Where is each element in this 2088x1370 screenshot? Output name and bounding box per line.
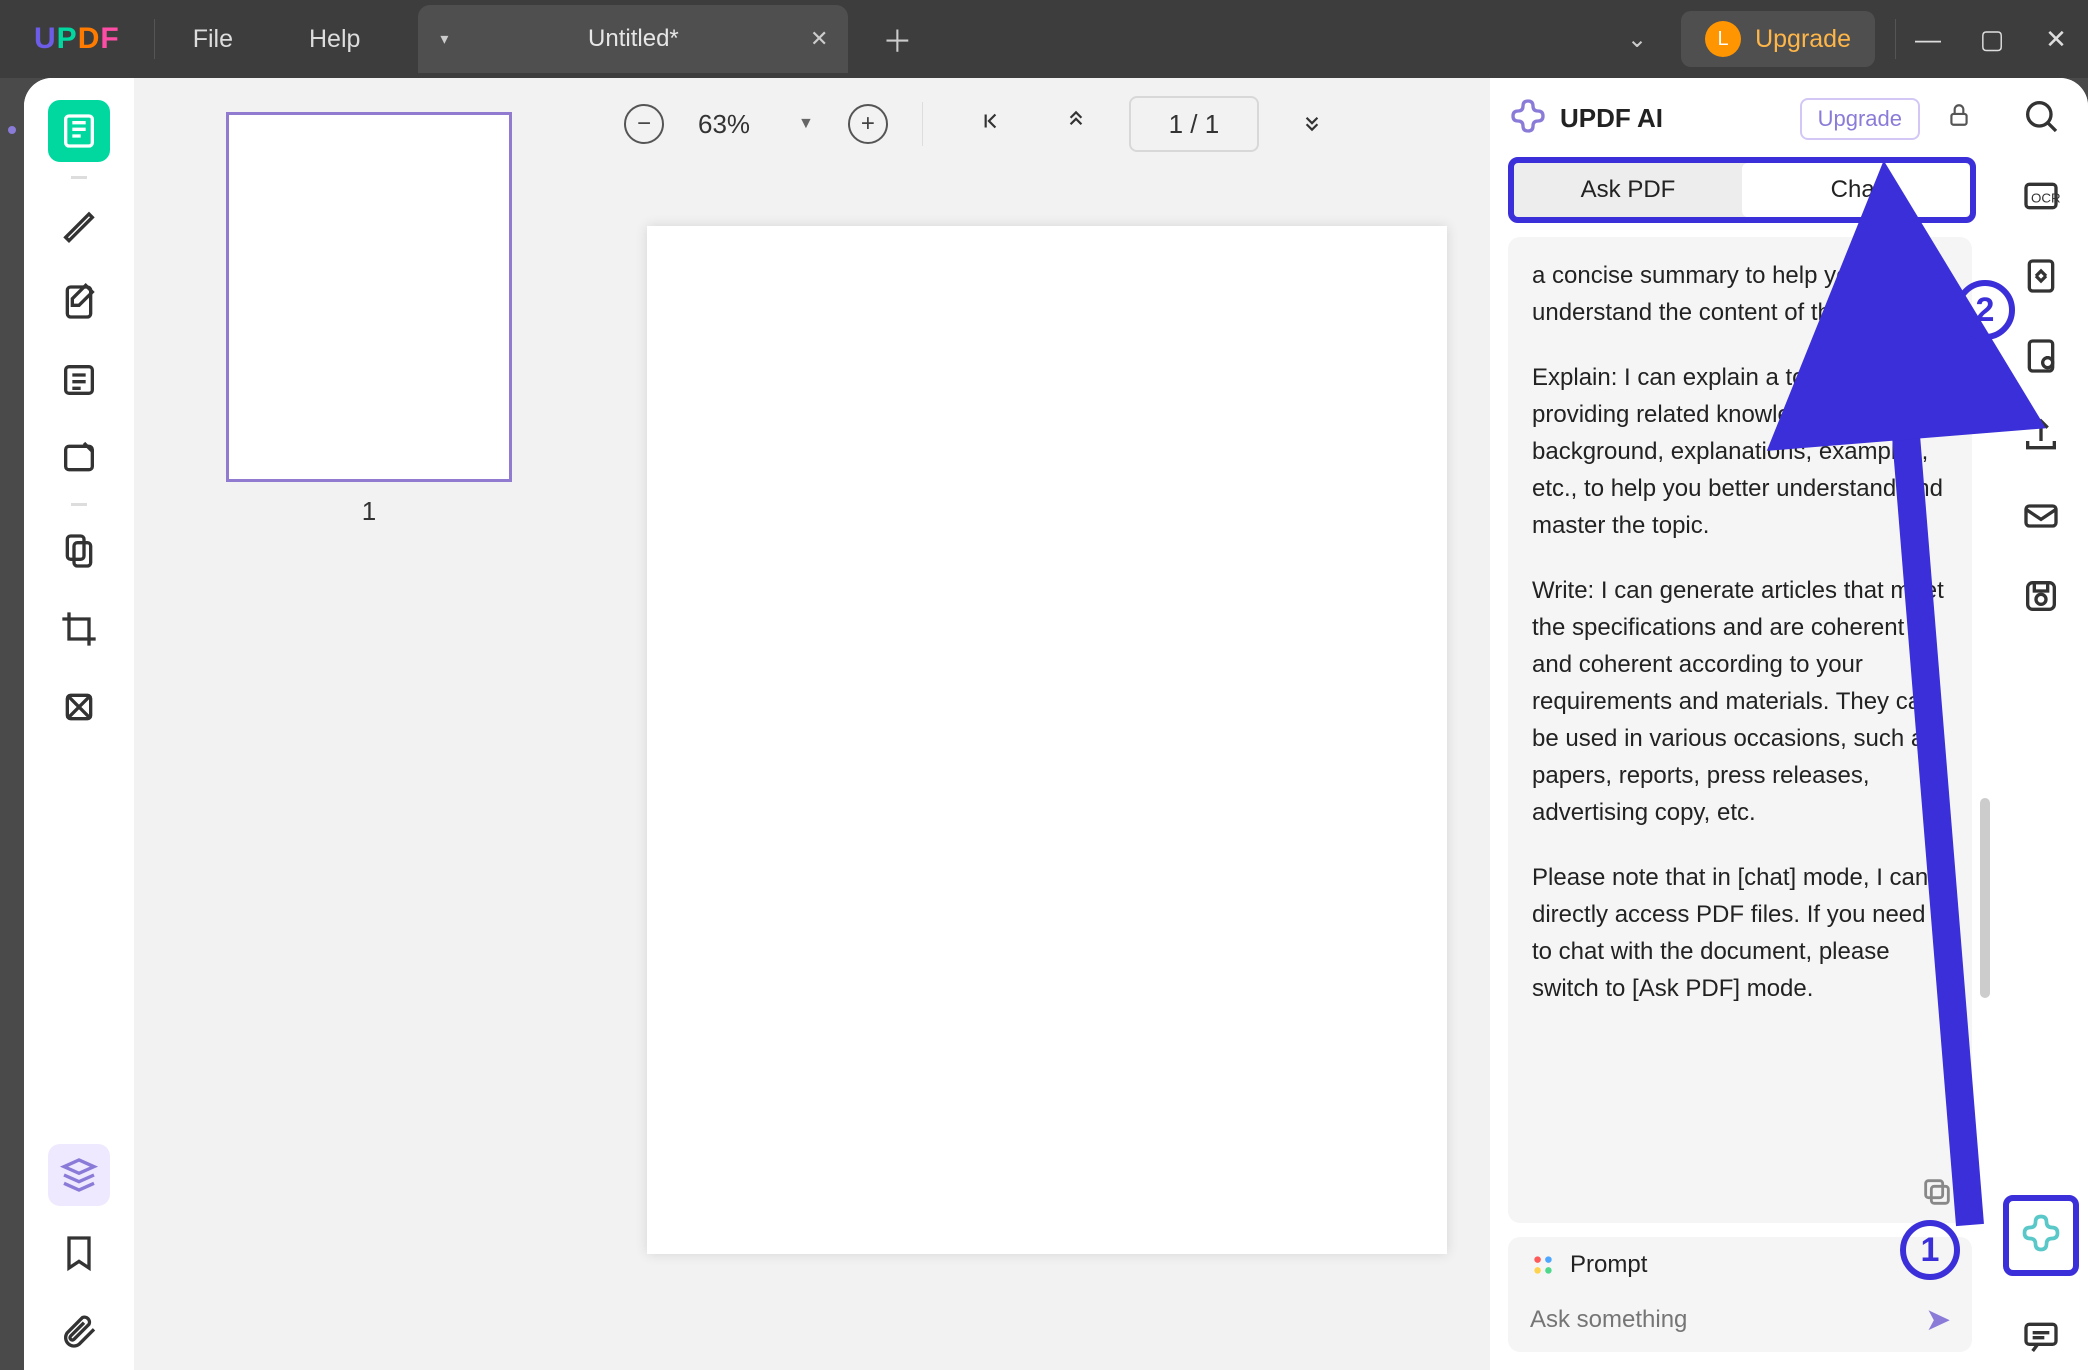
avatar: L	[1705, 21, 1741, 57]
left-toolbar	[24, 78, 134, 1370]
document-viewer: − 63% ▼ + 1 / 1	[604, 78, 1490, 1370]
zoom-in-button[interactable]: +	[848, 104, 888, 144]
upgrade-button[interactable]: L Upgrade	[1681, 11, 1875, 67]
prompt-label[interactable]: Prompt	[1570, 1251, 1647, 1279]
attachment-button[interactable]	[48, 1300, 110, 1362]
thumbnail-panel: 1	[134, 78, 604, 1370]
ai-toggle-button[interactable]	[2003, 1195, 2079, 1276]
comment-icon[interactable]	[2021, 1316, 2061, 1356]
sign-tool[interactable]	[48, 427, 110, 489]
highlight-tool[interactable]	[48, 193, 110, 255]
chevron-down-icon[interactable]: ▼	[784, 115, 828, 133]
protect-icon[interactable]	[2021, 336, 2061, 376]
tab-chat[interactable]: Chat	[1742, 163, 1970, 217]
ai-message-text: Write: I can generate articles that meet…	[1532, 572, 1948, 831]
divider	[71, 176, 87, 179]
chevron-down-icon[interactable]: ▾	[440, 29, 448, 49]
window-titlebar: UPDF File Help ▾ Untitled* ✕ ＋ ⌄ L Upgra…	[0, 0, 2088, 78]
crop-tool[interactable]	[48, 598, 110, 660]
edit-tool[interactable]	[48, 271, 110, 333]
email-icon[interactable]	[2021, 496, 2061, 536]
page-indicator[interactable]: 1 / 1	[1129, 96, 1259, 152]
prompt-box: Prompt ➤	[1508, 1237, 1972, 1352]
prev-page-button[interactable]	[1043, 108, 1109, 141]
tab-title: Untitled*	[588, 25, 679, 53]
redact-tool[interactable]	[48, 676, 110, 738]
page-canvas[interactable]	[604, 170, 1490, 1370]
divider	[71, 503, 87, 506]
ai-message-text: Explain: I can explain a topic in depth,…	[1532, 359, 1948, 544]
convert-icon[interactable]	[2021, 256, 2061, 296]
right-toolbar: OCR	[1994, 78, 2088, 1370]
ai-tabs: Ask PDF Chat	[1508, 157, 1976, 223]
save-icon[interactable]	[2021, 576, 2061, 616]
ai-panel: UPDF AI Upgrade Ask PDF Chat a concise s…	[1490, 78, 1994, 1370]
ai-message-text: a concise summary to help you quickly un…	[1532, 257, 1948, 331]
reader-tool[interactable]	[48, 100, 110, 162]
updf-ai-icon	[1508, 96, 1548, 141]
zoom-out-button[interactable]: −	[624, 104, 664, 144]
minimize-button[interactable]: —	[1896, 24, 1960, 55]
page	[647, 226, 1447, 1254]
close-tab-icon[interactable]: ✕	[810, 26, 828, 52]
form-tool[interactable]	[48, 349, 110, 411]
panel-indicator	[0, 78, 24, 1370]
copy-icon[interactable]	[1920, 1175, 1954, 1209]
ai-message-text: Please note that in [chat] mode, I can't…	[1532, 859, 1948, 1007]
chevron-down-icon[interactable]: ⌄	[1627, 25, 1647, 54]
app-logo: UPDF	[34, 22, 120, 56]
ocr-icon[interactable]: OCR	[2021, 176, 2061, 216]
bookmark-button[interactable]	[48, 1222, 110, 1284]
ai-chat-content: a concise summary to help you quickly un…	[1508, 237, 1972, 1223]
menu-file[interactable]: File	[155, 25, 271, 54]
tab-ask-pdf[interactable]: Ask PDF	[1514, 163, 1742, 217]
ai-panel-title: UPDF AI	[1560, 103, 1788, 134]
search-icon[interactable]	[2021, 96, 2061, 136]
viewer-toolbar: − 63% ▼ + 1 / 1	[604, 78, 1490, 170]
scrollbar[interactable]	[1980, 248, 1990, 1008]
new-tab-button[interactable]: ＋	[882, 17, 912, 61]
maximize-button[interactable]: ▢	[1960, 24, 2024, 55]
pages-panel-button[interactable]	[48, 1144, 110, 1206]
prompt-icon[interactable]	[1530, 1252, 1556, 1278]
menu-help[interactable]: Help	[271, 25, 398, 54]
ai-upgrade-button[interactable]: Upgrade	[1800, 98, 1920, 140]
svg-text:OCR: OCR	[2031, 191, 2061, 206]
zoom-value[interactable]: 63%	[684, 109, 764, 140]
lock-icon[interactable]	[1946, 102, 1972, 135]
thumbnail-label: 1	[362, 496, 376, 527]
organize-tool[interactable]	[48, 520, 110, 582]
page-thumbnail[interactable]	[226, 112, 512, 482]
document-tab[interactable]: ▾ Untitled* ✕	[418, 5, 848, 73]
first-page-button[interactable]	[957, 108, 1023, 141]
ai-input[interactable]	[1530, 1306, 1927, 1334]
close-button[interactable]: ✕	[2024, 24, 2088, 55]
divider	[922, 102, 923, 146]
send-icon[interactable]: ➤	[1927, 1303, 1950, 1336]
share-icon[interactable]	[2021, 416, 2061, 456]
next-page-button[interactable]	[1279, 108, 1345, 141]
